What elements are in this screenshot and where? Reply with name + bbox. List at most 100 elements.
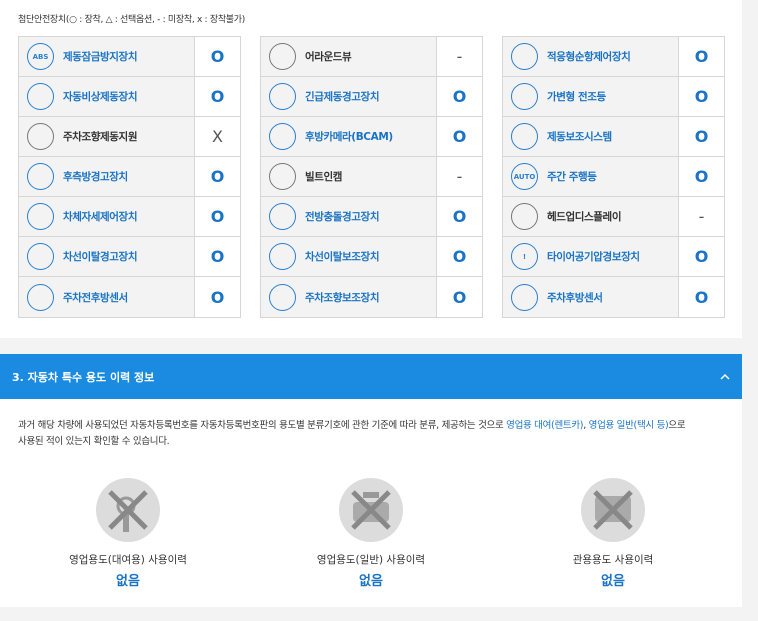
safety-row: 후방카메라(BCAM) O <box>261 117 482 157</box>
safety-value: O <box>452 87 467 106</box>
safety-column: 적응형순항제어장치 O 가변형 전조등 O 제동보조시스템 O AUTO 주간 주행등 O 헤드업… <box>502 36 725 318</box>
safety-value: O <box>694 127 709 146</box>
safety-row: 차체자세제어장치 O <box>19 197 240 237</box>
safety-column: 어라운드뷰 - 긴급제동경고장치 O 후방카메라(BCAM) O 빌트인캠 - 전방충돌경고장치… <box>260 36 483 318</box>
safety-row: 빌트인캠 - <box>261 157 482 197</box>
safety-label: 주차전후방센서 <box>63 291 128 304</box>
usage-value: 없음 <box>116 574 140 589</box>
safety-label: 주차후방센서 <box>547 291 603 304</box>
safety-name-cell: 가변형 전조등 <box>503 77 679 116</box>
lane-departure-icon <box>27 243 54 270</box>
usage-government: 관용용도 사용이력 없음 <box>533 478 693 589</box>
section-header[interactable]: 3. 자동차 특수 용도 이력 정보 <box>0 354 742 399</box>
rental-car-icon <box>96 478 160 542</box>
safety-label: 차선이탈보조장치 <box>305 251 380 263</box>
safety-row: 주차후방센서 O <box>503 277 724 317</box>
usage-rental: 영업용도(대여용) 사용이력 없음 <box>48 478 208 589</box>
usage-label: 관용용도 사용이력 <box>572 554 654 566</box>
safety-name-cell: 긴급제동경고장치 <box>261 77 437 116</box>
parking-assist-icon <box>269 283 296 311</box>
safety-row: 전방충돌경고장치 O <box>261 197 482 237</box>
rear-camera-icon <box>269 123 296 150</box>
usage-value: 없음 <box>359 574 383 589</box>
safety-row: 차선이탈보조장치 O <box>261 237 482 277</box>
safety-name-cell: 전방충돌경고장치 <box>261 197 437 236</box>
safety-name-cell: ! 타이어공기압경보장치 <box>503 237 679 276</box>
safety-value: O <box>210 287 225 307</box>
desc-text: 과거 해당 차량에 사용되었던 자동차등록번호를 자동차등록번호판의 용도별 분… <box>18 420 507 431</box>
safety-row: 후측방경고장치 O <box>19 157 240 197</box>
safety-label: 전방충돌경고장치 <box>305 211 380 223</box>
safety-label: 자동비상제동장치 <box>63 91 138 103</box>
section-description: 과거 해당 차량에 사용되었던 자동차등록번호를 자동차등록번호판의 용도별 분… <box>18 418 718 450</box>
safety-label: 주간 주행등 <box>547 171 597 183</box>
safety-name-cell: 빌트인캠 <box>261 157 437 196</box>
safety-label: 적응형순항제어장치 <box>547 51 631 63</box>
safety-value: O <box>210 167 225 186</box>
safety-label: 제동보조시스템 <box>547 131 612 143</box>
safety-row: 주차조향제동지원 X <box>19 117 240 157</box>
safety-value: X <box>212 127 223 146</box>
safety-row: ! 타이어공기압경보장치 O <box>503 237 724 277</box>
safety-name-cell: ABS 제동잠금방지장치 <box>19 37 195 76</box>
safety-row: 자동비상제동장치 O <box>19 77 240 117</box>
safety-name-cell: 제동보조시스템 <box>503 117 679 156</box>
tire-pressure-icon: ! <box>511 243 538 270</box>
safety-row: 가변형 전조등 O <box>503 77 724 117</box>
government-car-icon <box>581 478 645 542</box>
parking-steer-icon <box>27 123 54 150</box>
desc-highlight-taxi: 영업용 일반(택시 등) <box>588 420 669 431</box>
emergency-brake-warning-icon <box>269 83 296 110</box>
safety-name-cell: 적응형순항제어장치 <box>503 37 679 76</box>
lane-keep-icon <box>269 243 296 270</box>
safety-label: 차체자세제어장치 <box>63 211 138 223</box>
safety-row: 주차전후방센서 O <box>19 277 240 317</box>
chevron-up-icon[interactable] <box>720 372 730 382</box>
safety-name-cell: 후측방경고장치 <box>19 157 195 196</box>
legend-text: 첨단안전장치(○ : 장착, △ : 선택옵션, - : 미장착, x : 장착… <box>18 15 245 25</box>
safety-row: 어라운드뷰 - <box>261 37 482 77</box>
safety-label: 어라운드뷰 <box>305 51 352 63</box>
safety-value: O <box>694 87 709 106</box>
safety-value: O <box>452 247 467 266</box>
desc-text: 으로 <box>668 420 686 431</box>
safety-value: - <box>456 167 463 186</box>
safety-name-cell: 차선이탈보조장치 <box>261 237 437 276</box>
usage-label: 영업용도(대여용) 사용이력 <box>69 554 187 566</box>
safety-name-cell: AUTO 주간 주행등 <box>503 157 679 196</box>
desc-text: 사용된 적이 있는지 확인할 수 있습니다. <box>18 436 170 447</box>
usage-value: 없음 <box>601 574 625 589</box>
desc-highlight-rental: 영업용 대여(렌트카) <box>506 420 584 431</box>
safety-label: 타이어공기압경보장치 <box>547 251 640 263</box>
safety-name-cell: 헤드업디스플레이 <box>503 197 679 236</box>
safety-value: O <box>694 47 709 66</box>
taxi-icon <box>339 478 403 542</box>
safety-value: O <box>210 47 225 66</box>
safety-name-cell: 차선이탈경고장치 <box>19 237 195 276</box>
safety-row: ABS 제동잠금방지장치 O <box>19 37 240 77</box>
safety-row: 차선이탈경고장치 O <box>19 237 240 277</box>
safety-name-cell: 어라운드뷰 <box>261 37 437 76</box>
safety-row: 제동보조시스템 O <box>503 117 724 157</box>
safety-label: 주차조향보조장치 <box>305 291 380 304</box>
adaptive-cruise-icon <box>511 43 538 70</box>
safety-value: O <box>452 287 467 307</box>
rear-sensor-icon <box>27 283 54 311</box>
safety-value: - <box>456 47 463 66</box>
safety-row: 헤드업디스플레이 - <box>503 197 724 237</box>
usage-label: 영업용도(일반) 사용이력 <box>316 554 426 566</box>
brake-assist-icon <box>511 123 538 150</box>
around-view-icon <box>269 43 296 70</box>
safety-label: 가변형 전조등 <box>547 91 606 103</box>
rear-park-sensor-icon <box>511 283 538 311</box>
safety-name-cell: 주차조향제동지원 <box>19 117 195 156</box>
drl-icon: AUTO <box>511 163 538 190</box>
hud-icon <box>511 203 538 230</box>
safety-label: 주차조향제동지원 <box>63 131 138 143</box>
safety-value: O <box>210 207 225 226</box>
safety-value: O <box>694 287 709 307</box>
safety-name-cell: 주차조향보조장치 <box>261 277 437 317</box>
stability-icon <box>27 203 54 230</box>
safety-row: 긴급제동경고장치 O <box>261 77 482 117</box>
section-title: 3. 자동차 특수 용도 이력 정보 <box>12 370 155 384</box>
